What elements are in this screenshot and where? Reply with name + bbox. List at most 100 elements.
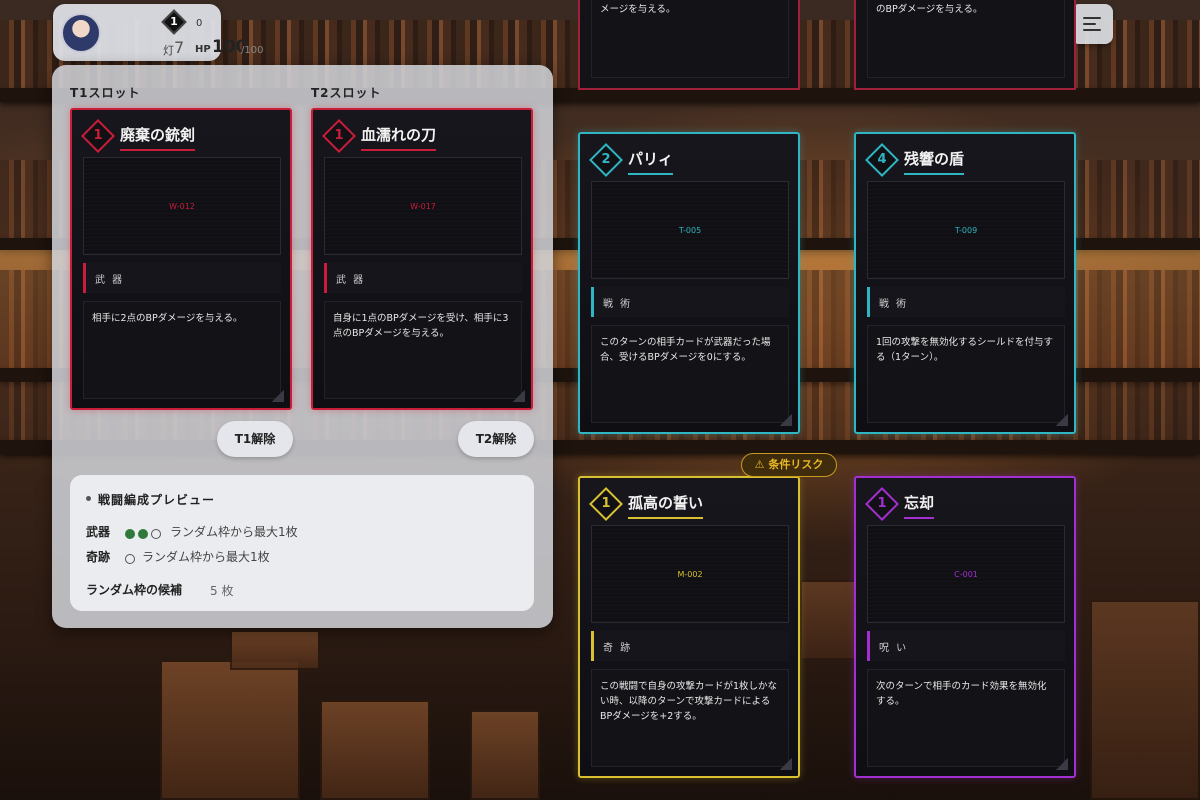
- hand-card-partial[interactable]: のBPダメージを与える。: [854, 0, 1076, 90]
- card-art: C-001: [867, 525, 1065, 623]
- lamp-value: 7: [174, 38, 185, 57]
- slot-card-t2[interactable]: 1 血濡れの刀 W-017 武 器自身に1点のBPダメージを受け、相手に3点のBPダメ…: [311, 108, 533, 410]
- slot-card-t1[interactable]: 1 廃棄の銃剣 W-012 武 器相手に2点のBPダメージを与える。: [70, 108, 292, 410]
- player-status: 1 0 灯 7 HP 100 /100: [53, 4, 263, 61]
- card-art: T-009: [867, 181, 1065, 279]
- card-description: この戦闘で自身の攻撃カードが1枚しかない時、以降のターンで攻撃カードによるBPダ…: [591, 669, 789, 767]
- preview-title: 戦闘編成プレビュー: [98, 493, 216, 507]
- miracle-dots: [125, 548, 138, 564]
- condition-risk-badge: ⚠ 条件リスク: [741, 453, 837, 477]
- card-art: T-005: [591, 181, 789, 279]
- weapon-label: 武器: [86, 525, 111, 539]
- card-name: 廃棄の銃剣: [120, 124, 196, 151]
- crate: [470, 710, 540, 800]
- crate: [230, 630, 320, 670]
- type-bar: [83, 263, 86, 293]
- crate: [800, 580, 860, 660]
- card-corner: [780, 414, 792, 426]
- card-corner: [780, 758, 792, 770]
- card-type: 戦 術: [867, 287, 1065, 317]
- card-type: 武 器: [83, 263, 281, 293]
- filled-dot-icon: [138, 528, 148, 539]
- hand-card-oblivion[interactable]: 1 忘却 C-001 呪 い次のターンで相手のカード効果を無効化する。: [854, 476, 1076, 778]
- bullet-icon: [86, 496, 91, 501]
- hp-max: /100: [241, 45, 264, 56]
- card-name: 孤高の誓い: [628, 492, 704, 519]
- card-type-label: 呪 い: [879, 643, 909, 654]
- card-name: 残響の盾: [904, 148, 965, 175]
- hp-label: HP: [195, 44, 211, 55]
- card-corner: [513, 390, 525, 402]
- weapon-dots: [125, 523, 164, 539]
- card-name: 血濡れの刀: [361, 124, 437, 151]
- card-code: C-001: [954, 570, 978, 579]
- t1-slot-title: T1スロット: [70, 86, 141, 100]
- card-name: パリィ: [628, 148, 674, 175]
- miracle-text: ランダム枠から最大1枚: [142, 550, 270, 564]
- t2-slot-title: T2スロット: [311, 86, 382, 100]
- deck-panel: T1スロット T2スロット 1 廃棄の銃剣 W-012 武 器相手に2点のBPダメージ…: [52, 65, 553, 628]
- card-type-label: 武 器: [95, 275, 125, 286]
- card-type-label: 戦 術: [879, 299, 909, 310]
- hamburger-menu-icon: [1083, 17, 1101, 19]
- card-code: T-009: [954, 226, 978, 235]
- card-description: メージを与える。: [591, 0, 789, 78]
- crate: [320, 700, 430, 800]
- type-bar: [591, 287, 594, 317]
- crate: [1090, 600, 1200, 800]
- card-type-label: 戦 術: [603, 299, 633, 310]
- card-corner: [1056, 758, 1068, 770]
- filled-dot-icon: [125, 528, 135, 539]
- player-level: 1: [170, 15, 178, 28]
- player-xp: 0: [196, 18, 203, 29]
- card-cost: 1: [601, 496, 611, 511]
- card-corner: [1056, 414, 1068, 426]
- battle-preview: 戦闘編成プレビュー 武器 ランダム枠から最大1枚 奇跡 ランダム枠から最大1枚 …: [70, 475, 534, 611]
- t2-release-button[interactable]: T2解除: [458, 421, 534, 457]
- empty-dot-icon: [125, 553, 135, 564]
- card-code: T-005: [678, 226, 702, 235]
- candidates-label: ランダム枠の候補: [86, 583, 183, 597]
- card-art: W-012: [83, 157, 281, 255]
- type-bar: [324, 263, 327, 293]
- card-art: M-002: [591, 525, 789, 623]
- t1-release-button[interactable]: T1解除: [217, 421, 293, 457]
- card-type: 奇 跡: [591, 631, 789, 661]
- card-name: 忘却: [904, 492, 935, 519]
- type-bar: [867, 631, 870, 661]
- card-description: 相手に2点のBPダメージを与える。: [83, 301, 281, 399]
- card-code: W-017: [410, 202, 436, 211]
- card-description: 次のターンで相手のカード効果を無効化する。: [867, 669, 1065, 767]
- card-cost: 1: [334, 128, 344, 143]
- card-code: M-002: [677, 570, 703, 579]
- card-code: W-012: [169, 202, 195, 211]
- type-bar: [867, 287, 870, 317]
- hamburger-menu-icon: [1083, 29, 1101, 31]
- weapon-text: ランダム枠から最大1枚: [170, 525, 298, 539]
- hand-card-partial[interactable]: メージを与える。: [578, 0, 800, 90]
- empty-dot-icon: [151, 528, 161, 539]
- lamp-label: 灯: [163, 44, 174, 57]
- type-bar: [591, 631, 594, 661]
- miracle-label: 奇跡: [86, 550, 111, 564]
- card-corner: [272, 390, 284, 402]
- crate: [160, 660, 300, 800]
- card-type: 武 器: [324, 263, 522, 293]
- card-description: のBPダメージを与える。: [867, 0, 1065, 78]
- card-type-label: 武 器: [336, 275, 366, 286]
- card-type: 呪 い: [867, 631, 1065, 661]
- card-type-label: 奇 跡: [603, 643, 633, 654]
- card-description: 自身に1点のBPダメージを受け、相手に3点のBPダメージを与える。: [324, 301, 522, 399]
- menu-button[interactable]: [1071, 4, 1113, 44]
- card-cost: 1: [93, 128, 103, 143]
- avatar-icon[interactable]: [61, 13, 101, 53]
- card-description: 1回の攻撃を無効化するシールドを付与する（1ターン）。: [867, 325, 1065, 423]
- hand-card-solitary-oath[interactable]: 1 孤高の誓い M-002 奇 跡この戦闘で自身の攻撃カードが1枚しかない時、以降のタ…: [578, 476, 800, 778]
- card-cost: 2: [601, 152, 611, 167]
- hand-card-echo-shield[interactable]: 4 残響の盾 T-009 戦 術 1回の攻撃を無効化するシールドを付与する（1ターン）。: [854, 132, 1076, 434]
- card-art: W-017: [324, 157, 522, 255]
- hand-card-parry[interactable]: 2 パリィ T-005 戦 術このターンの相手カードが武器だった場合、受けるBPダメー…: [578, 132, 800, 434]
- card-description: このターンの相手カードが武器だった場合、受けるBPダメージを0にする。: [591, 325, 789, 423]
- card-cost: 1: [877, 496, 887, 511]
- card-cost: 4: [877, 152, 887, 167]
